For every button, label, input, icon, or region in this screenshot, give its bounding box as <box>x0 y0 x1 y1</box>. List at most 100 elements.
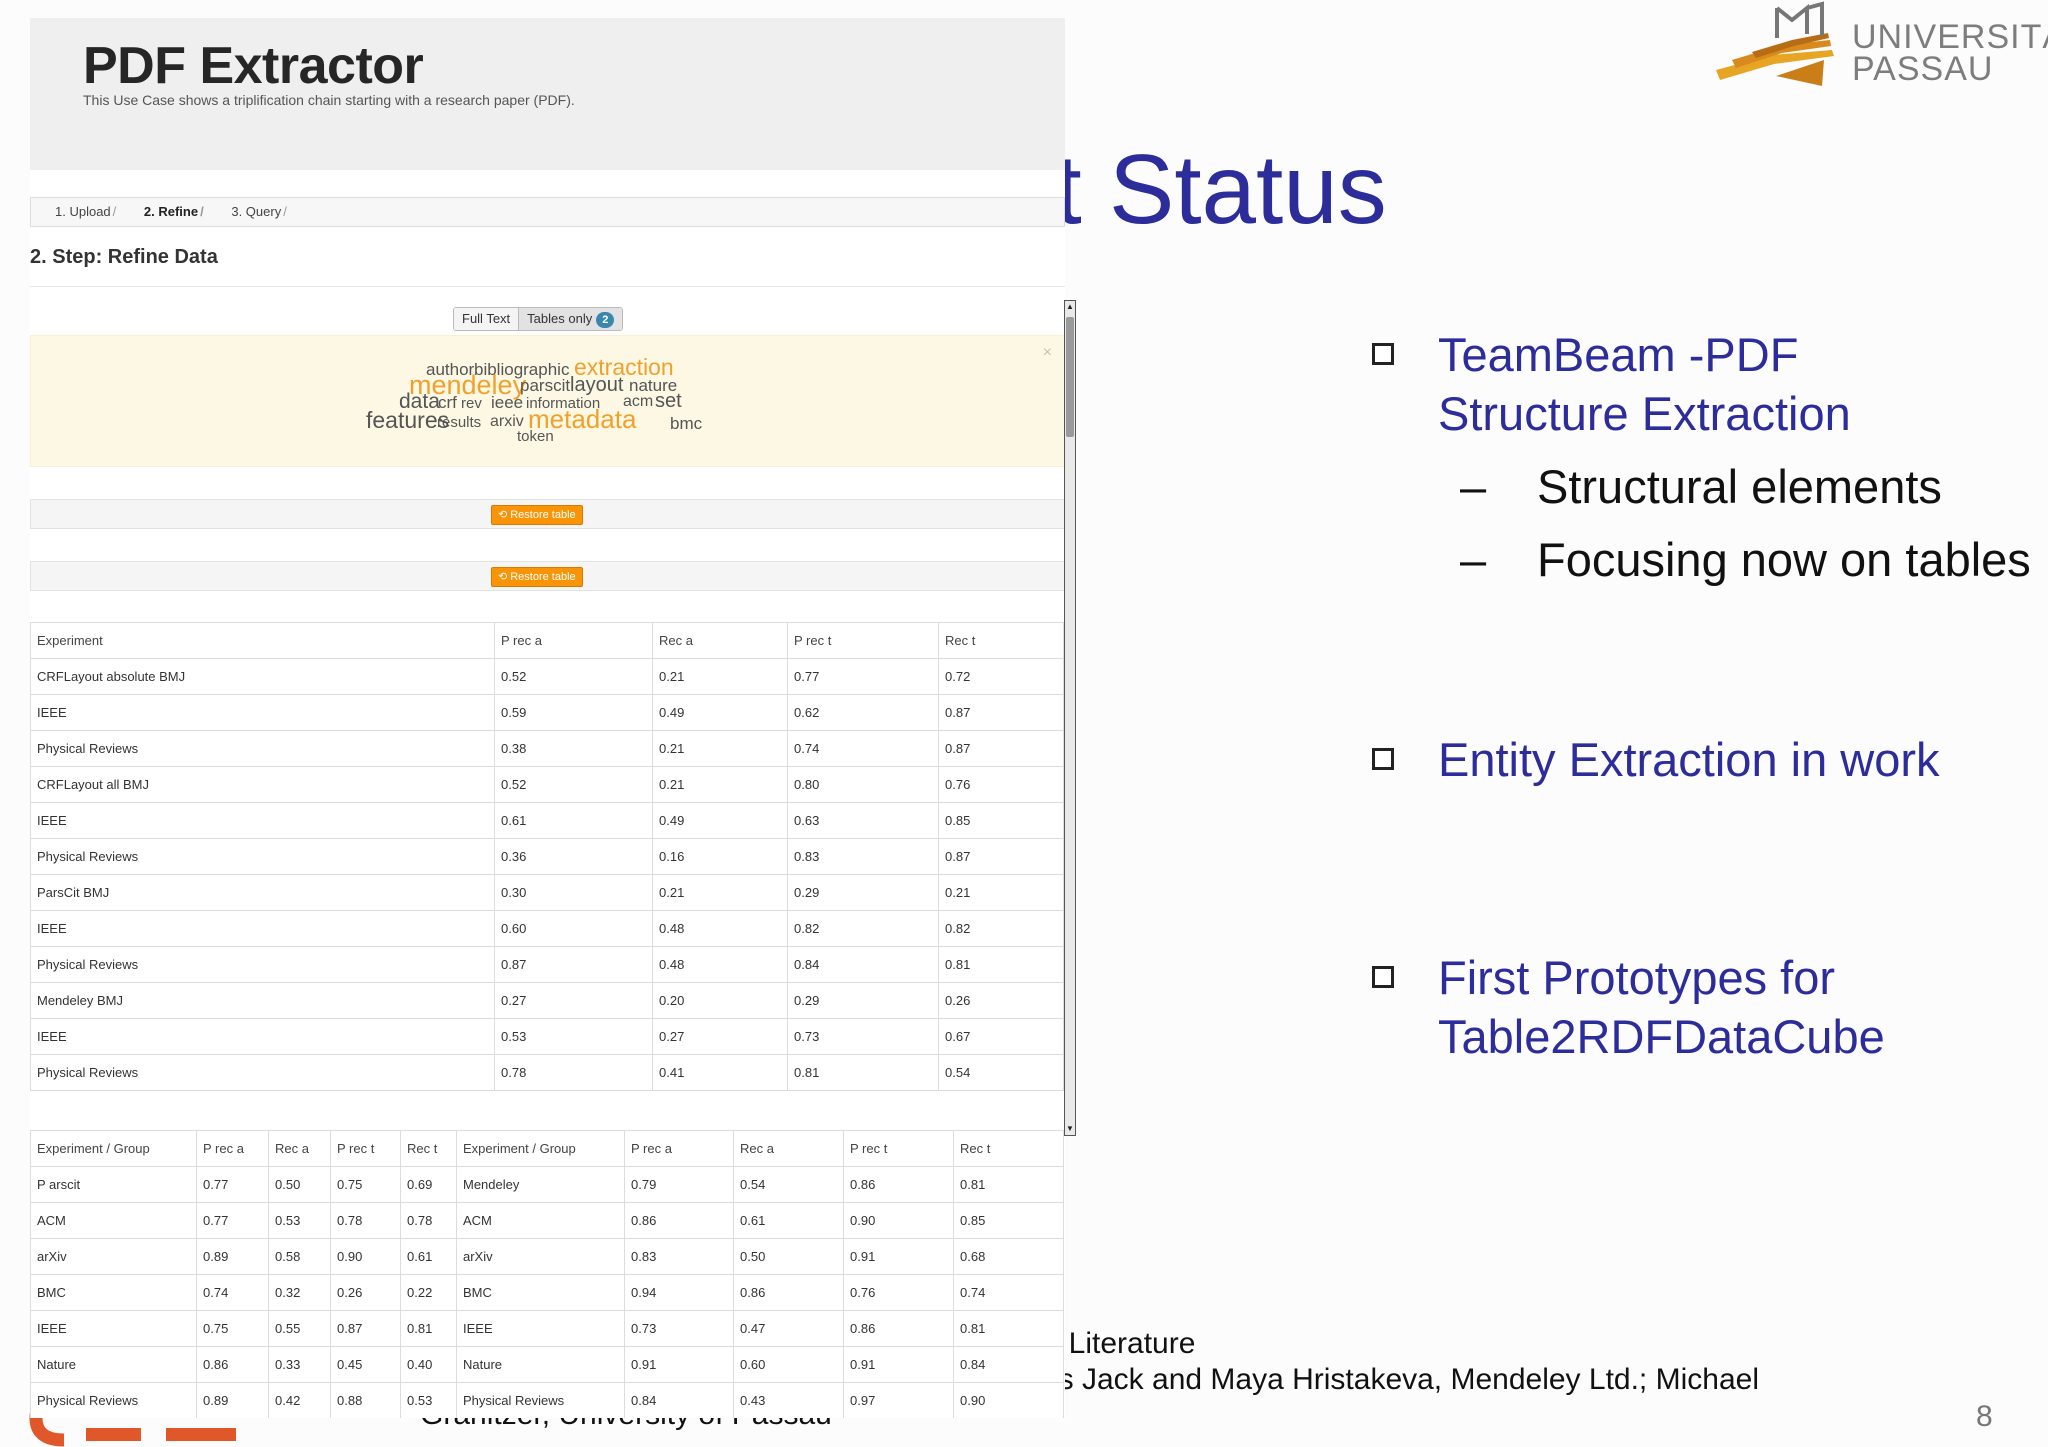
table-cell: 0.87 <box>938 694 1064 731</box>
table-cell: arXiv <box>456 1238 625 1275</box>
cloud-word[interactable]: results <box>437 415 481 430</box>
table-header-row: Experiment / Group P rec a Rec aP rec t Rec… <box>30 1130 1064 1167</box>
table-row: Nature 0.86 0.33 0.45 0.40 Nature 0.91 0.60 0.91… <box>30 1346 1064 1383</box>
cloud-word[interactable]: ieee <box>491 394 523 411</box>
divider <box>30 286 1065 287</box>
table-row: IEEE 0.75 0.55 0.87 0.81 IEEE 0.73 0.47 0.86 0.81 <box>30 1310 1064 1347</box>
scrollbar[interactable]: ▲ ▼ <box>1064 300 1076 1136</box>
column-header: Rec a <box>652 622 788 659</box>
university-name-line1: UNIVERSITÄT <box>1852 18 2048 56</box>
table-cell: 0.88 <box>330 1382 401 1418</box>
table-cell: 0.86 <box>624 1202 734 1239</box>
table-cell: IEEE <box>30 1310 197 1347</box>
table-cell: 0.48 <box>652 946 788 983</box>
table-cell: 0.73 <box>624 1310 734 1347</box>
tables-only-tab[interactable]: Tables only 2 <box>519 308 623 330</box>
table-cell: 0.58 <box>268 1238 331 1275</box>
table-cell: 0.85 <box>938 802 1064 839</box>
table-row: ACM 0.77 0.53 0.78 0.78 ACM 0.86 0.61 0.90 0.85 <box>30 1202 1064 1239</box>
table-cell: 0.21 <box>652 874 788 911</box>
view-toggle: Full Text Tables only 2 <box>453 307 624 331</box>
sub-bullet-text: Focusing now on tables <box>1537 533 2031 586</box>
table-cell: 0.26 <box>330 1274 401 1311</box>
table-cell: 0.50 <box>733 1238 844 1275</box>
restore-icon: ⟲ <box>498 509 508 521</box>
table-row: BMC 0.74 0.32 0.26 0.22 BMC 0.94 0.86 0.76 0.74 <box>30 1274 1064 1311</box>
table-cell: 0.82 <box>787 910 939 947</box>
tables-count-badge: 2 <box>596 312 615 328</box>
table-cell: CRFLayout absolute BMJ <box>30 658 495 695</box>
breadcrumb-refine[interactable]: 2. Refine / <box>132 204 204 219</box>
table-cell: BMC <box>30 1274 197 1311</box>
table-cell: 0.83 <box>787 838 939 875</box>
table-cell: 0.91 <box>843 1346 954 1383</box>
sub-bullet-text: Structural elements <box>1537 460 1942 513</box>
table-row: ParsCit BMJ 0.30 0.21 0.29 0.21 <box>30 874 1064 911</box>
table-cell: 0.78 <box>330 1202 401 1239</box>
table-cell: 0.75 <box>196 1310 269 1347</box>
table-row: IEEE 0.61 0.49 0.63 0.85 <box>30 802 1064 839</box>
restore-icon: ⟲ <box>498 571 508 583</box>
column-header: P rec a <box>494 622 653 659</box>
app-title: PDF Extractor <box>83 37 424 95</box>
table-cell: 0.77 <box>787 658 939 695</box>
table-cell: Nature <box>456 1346 625 1383</box>
table-cell: Mendeley <box>456 1166 625 1203</box>
table-cell: Physical Reviews <box>30 730 495 767</box>
bullet-text: First Prototypes for Table2RDFDataCube <box>1438 951 1885 1063</box>
table-cell: 0.91 <box>624 1346 734 1383</box>
column-header: Experiment <box>30 622 495 659</box>
table-cell: 0.79 <box>624 1166 734 1203</box>
table-cell: 0.21 <box>652 730 788 767</box>
table-cell: 0.85 <box>953 1202 1064 1239</box>
group-results-table: Experiment / Group P rec a Rec aP rec t Rec… <box>30 1130 1064 1418</box>
scroll-up-icon[interactable]: ▲ <box>1066 303 1074 311</box>
restore-table-button[interactable]: ⟲ Restore table <box>491 505 583 525</box>
table-cell: 0.81 <box>953 1310 1064 1347</box>
column-header: Rec t <box>938 622 1064 659</box>
table-row: Physical Reviews 0.87 0.48 0.84 0.81 <box>30 946 1064 983</box>
full-text-tab[interactable]: Full Text <box>454 308 520 330</box>
table-cell: IEEE <box>456 1310 625 1347</box>
table-cell: 0.86 <box>196 1346 269 1383</box>
app-subtitle: This Use Case shows a triplification cha… <box>83 92 575 108</box>
table-cell: 0.78 <box>494 1054 653 1091</box>
table-cell: Physical Reviews <box>30 1054 495 1091</box>
table-cell: arXiv <box>30 1238 197 1275</box>
table-cell: 0.78 <box>400 1202 457 1239</box>
cloud-word[interactable]: set <box>655 391 682 411</box>
table-cell: 0.86 <box>843 1166 954 1203</box>
table-cell: 0.50 <box>268 1166 331 1203</box>
cloud-word[interactable]: layout <box>570 375 623 395</box>
cloud-word[interactable]: token <box>517 429 554 444</box>
table-cell: IEEE <box>30 802 495 839</box>
table-cell: Physical Reviews <box>30 946 495 983</box>
restore-table-button[interactable]: ⟲ Restore table <box>491 567 583 587</box>
table-cell: 0.61 <box>400 1238 457 1275</box>
footer-line2: is Jack and Maya Hristakeva, Mendeley Lt… <box>1052 1363 1759 1396</box>
cloud-word[interactable]: parscit <box>520 377 570 394</box>
table-cell: 0.27 <box>494 982 653 1019</box>
cloud-word[interactable]: rev <box>461 396 482 411</box>
scroll-down-icon[interactable]: ▼ <box>1066 1125 1074 1133</box>
table-row: Physical Reviews 0.38 0.21 0.74 0.87 <box>30 730 1064 767</box>
cloud-word[interactable]: bmc <box>670 415 702 432</box>
table-cell: 0.41 <box>652 1054 788 1091</box>
table-cell: ACM <box>456 1202 625 1239</box>
breadcrumb-query[interactable]: 3. Query / <box>219 204 286 219</box>
breadcrumb-upload[interactable]: 1. Upload / <box>43 204 116 219</box>
footer-line1: : Literature <box>1052 1327 1196 1360</box>
table-cell: 0.20 <box>652 982 788 1019</box>
table-cell: 0.43 <box>733 1382 844 1418</box>
checkbox-bullet-icon <box>1372 748 1394 770</box>
table-cell: 0.76 <box>843 1274 954 1311</box>
table-cell: IEEE <box>30 694 495 731</box>
table-cell: 0.62 <box>787 694 939 731</box>
scroll-thumb[interactable] <box>1066 317 1074 437</box>
results-table: Experiment P rec a Rec aP rec t Rec t CRFLay… <box>30 622 1064 1091</box>
table-cell: 0.54 <box>938 1054 1064 1091</box>
step-title: 2. Step: Refine Data <box>30 246 218 268</box>
table-cell: 0.76 <box>938 766 1064 803</box>
table-cell: Nature <box>30 1346 197 1383</box>
checkbox-bullet-icon <box>1372 966 1394 988</box>
